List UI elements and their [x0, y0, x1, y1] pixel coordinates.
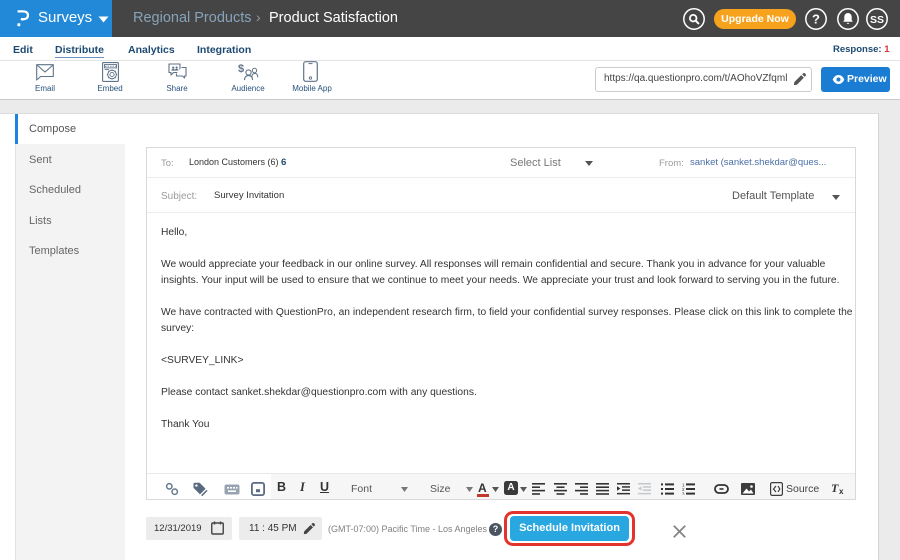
svg-text:SS: SS — [870, 14, 884, 26]
svg-text:$: $ — [238, 63, 244, 75]
svg-text:3: 3 — [682, 492, 685, 495]
svg-text:?: ? — [812, 12, 820, 27]
